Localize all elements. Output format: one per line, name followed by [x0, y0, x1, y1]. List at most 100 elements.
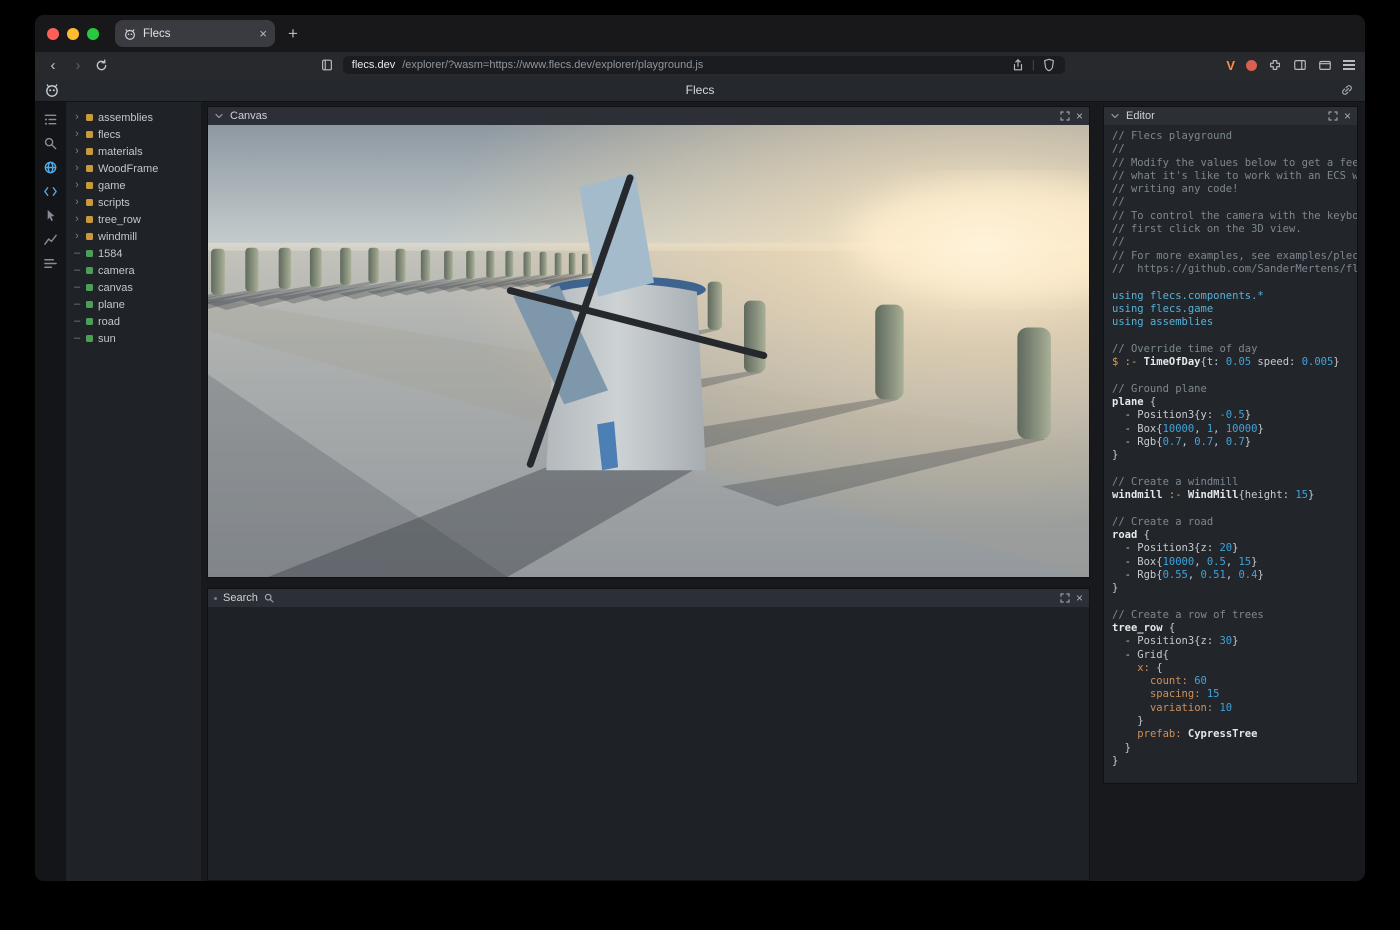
tree-item[interactable]: ›windmill [66, 228, 201, 245]
code-line: spacing: 15 [1112, 688, 1349, 701]
tree-item[interactable]: ›scripts [66, 194, 201, 211]
rail-stats-icon[interactable] [42, 255, 59, 271]
wallet-panel-button[interactable] [1318, 58, 1332, 72]
share-button[interactable] [1011, 58, 1025, 72]
rail-search-icon[interactable] [42, 135, 59, 151]
extension-red-button[interactable] [1246, 60, 1257, 71]
entity-kind-swatch [86, 250, 93, 257]
url-host: flecs.dev [352, 59, 395, 71]
leaf-dash-icon: – [73, 316, 81, 327]
tree-item-label: game [98, 180, 126, 192]
entity-kind-swatch [86, 284, 93, 291]
code-line: // [1112, 143, 1349, 156]
code-line: - Position3{z: 20} [1112, 542, 1349, 555]
minimize-window-button[interactable] [67, 28, 79, 40]
expand-chevron-icon[interactable]: › [73, 197, 81, 208]
tree-item[interactable]: › assemblies [66, 109, 201, 126]
menu-button[interactable] [1343, 60, 1355, 70]
sidebar-toggle-button[interactable] [1293, 58, 1307, 72]
close-panel-icon[interactable]: × [1344, 110, 1351, 122]
code-line: using flecs.components.* [1112, 290, 1349, 303]
tree-item-label: plane [98, 299, 125, 311]
code-line: variation: 10 [1112, 702, 1349, 715]
entity-kind-swatch [86, 114, 93, 121]
expand-chevron-icon[interactable]: › [73, 180, 81, 191]
tree-item[interactable]: ›tree_row [66, 211, 201, 228]
extensions-puzzle-button[interactable] [1268, 58, 1282, 72]
tab-close-icon[interactable]: × [259, 27, 267, 40]
browser-tab[interactable]: Flecs × [115, 20, 275, 47]
search-panel-bar: Search × [208, 589, 1089, 607]
fullscreen-icon[interactable] [1328, 111, 1338, 121]
fullscreen-icon[interactable] [1060, 593, 1070, 603]
reload-button[interactable] [95, 59, 108, 72]
search-results-area[interactable] [208, 607, 1089, 880]
expand-chevron-icon[interactable]: › [73, 163, 81, 174]
center-column: Canvas × [207, 106, 1090, 881]
close-panel-icon[interactable]: × [1076, 592, 1083, 604]
code-line: } [1112, 755, 1349, 768]
code-line: - Position3{z: 30} [1112, 635, 1349, 648]
code-line: } [1112, 715, 1349, 728]
rail-code-icon[interactable] [42, 183, 59, 199]
tree-item[interactable]: –road [66, 313, 201, 330]
divider: | [1032, 59, 1035, 71]
tree-item[interactable]: ›flecs [66, 126, 201, 143]
code-line [1112, 329, 1349, 342]
permalink-icon[interactable] [1340, 83, 1354, 97]
rail-chart-icon[interactable] [42, 231, 59, 247]
tree-item[interactable]: –camera [66, 262, 201, 279]
code-line: } [1112, 742, 1349, 755]
code-line: // Override time of day [1112, 343, 1349, 356]
expand-chevron-icon[interactable]: › [73, 214, 81, 225]
code-line: // [1112, 236, 1349, 249]
new-tab-button[interactable]: + [288, 25, 298, 42]
expand-chevron-icon[interactable]: › [73, 146, 81, 157]
rail-pointer-icon[interactable] [42, 207, 59, 223]
3d-viewport[interactable] [208, 125, 1089, 577]
expand-chevron-icon[interactable]: › [73, 231, 81, 242]
entity-kind-swatch [86, 301, 93, 308]
rail-hierarchy-icon[interactable] [42, 111, 59, 127]
code-line: // For more examples, see examples/plecs… [1112, 250, 1349, 263]
rail-globe-icon[interactable] [42, 159, 59, 175]
code-line: tree_row { [1112, 622, 1349, 635]
browser-window: Flecs × + ‹ › flecs.dev/explorer/?wasm=h… [35, 15, 1365, 881]
forward-button[interactable]: › [70, 58, 86, 73]
tab-strip: Flecs × + [35, 15, 1365, 52]
expand-chevron-icon[interactable]: › [73, 129, 81, 140]
back-button[interactable]: ‹ [45, 58, 61, 73]
tree-item-label: WoodFrame [98, 163, 158, 175]
collapse-chevron-icon[interactable] [214, 111, 224, 121]
code-line: - Grid{ [1112, 649, 1349, 662]
search-panel: Search × [207, 588, 1090, 881]
collapse-chevron-icon[interactable] [1110, 111, 1120, 121]
tree-item[interactable]: –plane [66, 296, 201, 313]
extension-v-button[interactable]: V [1226, 58, 1235, 73]
url-path: /explorer/?wasm=https://www.flecs.dev/ex… [402, 59, 1004, 71]
close-panel-icon[interactable]: × [1076, 110, 1083, 122]
url-bar[interactable]: flecs.dev/explorer/?wasm=https://www.fle… [343, 56, 1065, 74]
entity-kind-swatch [86, 335, 93, 342]
tree-item[interactable]: › game [66, 177, 201, 194]
tree-item[interactable]: –1584 [66, 245, 201, 262]
bookmark-sidebar-button[interactable] [320, 58, 334, 72]
fullscreen-icon[interactable] [1060, 111, 1070, 121]
editor-panel: Editor × // Flecs playground//// Modify … [1103, 106, 1358, 784]
entity-kind-swatch [86, 131, 93, 138]
entity-tree: ›assemblies›flecs›materials›WoodFrame›ga… [66, 102, 201, 881]
zoom-window-button[interactable] [87, 28, 99, 40]
tree-item[interactable]: ›materials [66, 143, 201, 160]
entity-kind-swatch [86, 233, 93, 240]
code-line: windmill :- WindMill{height: 15} [1112, 489, 1349, 502]
code-line [1112, 595, 1349, 608]
code-line: - Rgb{0.55, 0.51, 0.4} [1112, 569, 1349, 582]
tree-item[interactable]: –canvas [66, 279, 201, 296]
close-window-button[interactable] [47, 28, 59, 40]
tree-item[interactable]: › WoodFrame [66, 160, 201, 177]
tree-item[interactable]: –sun [66, 330, 201, 347]
tree-item-label: assemblies [98, 112, 153, 124]
expand-chevron-icon[interactable]: › [73, 112, 81, 123]
brave-shield-icon[interactable] [1042, 58, 1056, 72]
editor-code[interactable]: // Flecs playground//// Modify the value… [1104, 125, 1357, 783]
